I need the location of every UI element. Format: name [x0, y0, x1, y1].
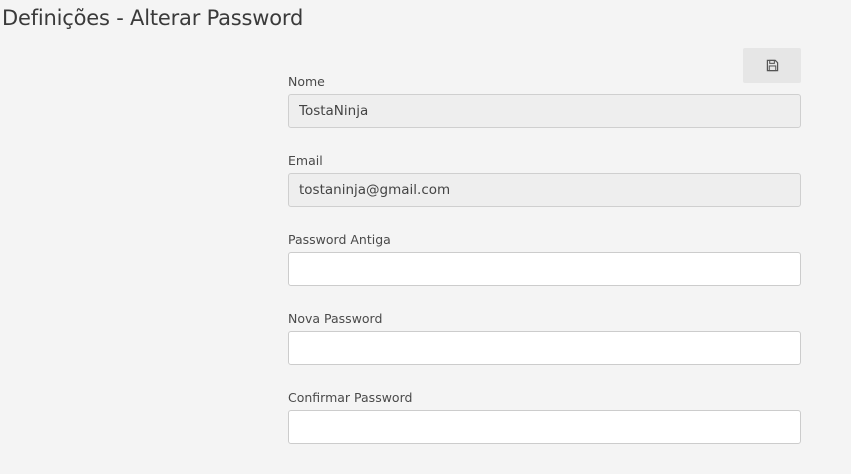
old-password-label: Password Antiga	[288, 232, 391, 247]
new-password-label: Nova Password	[288, 311, 383, 326]
new-password-input[interactable]	[288, 331, 801, 365]
floppy-disk-icon	[766, 59, 779, 72]
name-label: Nome	[288, 74, 325, 89]
email-field-group: Email	[288, 153, 801, 207]
old-password-input[interactable]	[288, 252, 801, 286]
name-field-group: Nome	[288, 74, 801, 128]
confirm-password-label: Confirmar Password	[288, 390, 413, 405]
settings-page: Definições - Alterar Password Nome Email…	[0, 0, 851, 474]
confirm-password-input[interactable]	[288, 410, 801, 444]
name-field[interactable]	[288, 94, 801, 128]
page-title: Definições - Alterar Password	[2, 6, 304, 30]
new-password-field-group: Nova Password	[288, 311, 801, 365]
confirm-password-field-group: Confirmar Password	[288, 390, 801, 444]
email-label: Email	[288, 153, 323, 168]
old-password-field-group: Password Antiga	[288, 232, 801, 286]
email-field[interactable]	[288, 173, 801, 207]
